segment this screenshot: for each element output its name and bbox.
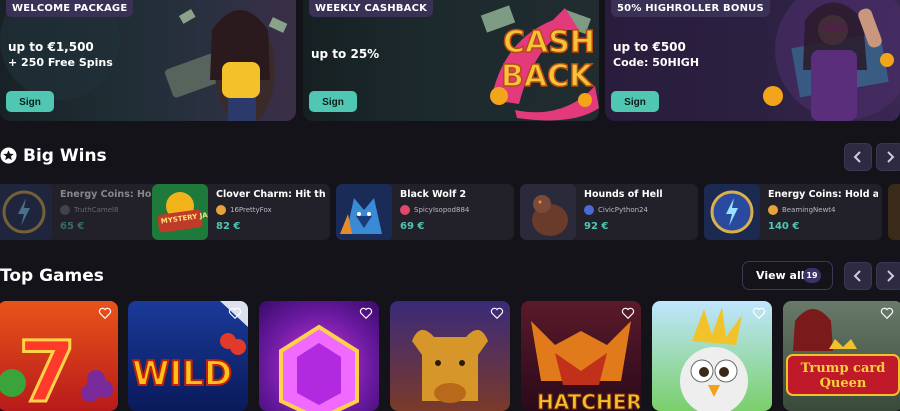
win-amount: 82 €: [216, 221, 241, 232]
favorite-heart-icon[interactable]: [490, 306, 504, 320]
favorite-heart-icon[interactable]: [621, 306, 635, 320]
chevron-right-icon: [887, 270, 895, 282]
promo-welcome-package[interactable]: WELCOME PACKAGE up to €1,500 + 250 Free …: [0, 0, 296, 121]
game-card[interactable]: [259, 301, 379, 411]
game-card[interactable]: [652, 301, 772, 411]
win-amount: 92 €: [584, 221, 609, 232]
user-avatar-icon: [768, 205, 778, 215]
promo-subline: + 250 Free Spins: [8, 56, 113, 69]
game-card[interactable]: Trump card Queen: [783, 301, 900, 411]
promo-tag: 50% HIGHROLLER BONUS: [611, 0, 770, 17]
username: CivicPython24: [598, 206, 648, 214]
game-thumbnail: MYSTERY JACKPOT: [152, 184, 208, 240]
win-amount: 140 €: [768, 221, 800, 232]
big-win-item[interactable]: Black Wolf 2 SpicyIsopod884 69 €: [336, 184, 514, 240]
promo-highroller-bonus[interactable]: 50% HIGHROLLER BONUS up to €500 Code: 50…: [605, 0, 900, 121]
sign-up-button[interactable]: Sign up: [6, 91, 54, 121]
favorite-heart-icon[interactable]: [228, 306, 242, 320]
promo-subline: Code: 50HIGH: [613, 56, 700, 69]
promo-banners: WELCOME PACKAGE up to €1,500 + 250 Free …: [0, 0, 900, 121]
promo-weekly-cashback[interactable]: CASH BACK WEEKLY CASHBACK up to 25% Sign…: [303, 0, 599, 121]
svg-text:HATCHER: HATCHER: [537, 390, 641, 411]
star-icon: [0, 147, 17, 164]
favorite-heart-icon[interactable]: [359, 306, 373, 320]
game-thumbnail: [888, 184, 900, 240]
svg-text:BACK: BACK: [501, 59, 594, 94]
favorite-heart-icon[interactable]: [880, 306, 894, 320]
chevron-left-icon: [853, 270, 861, 282]
username: BeamingNewt4: [782, 206, 836, 214]
big-wins-title: Big Wins: [23, 146, 107, 166]
promo-tag: WEEKLY CASHBACK: [309, 0, 434, 17]
view-all-label: View all: [756, 269, 805, 282]
game-thumbnail: [704, 184, 760, 240]
win-amount: 69 €: [400, 221, 425, 232]
view-all-button[interactable]: View all 19: [742, 261, 833, 290]
user-avatar-icon: [60, 205, 70, 215]
chevron-right-icon: [887, 151, 895, 163]
promo-headline: up to €500: [613, 40, 686, 54]
game-card[interactable]: 7: [0, 301, 118, 411]
favorite-heart-icon[interactable]: [98, 306, 112, 320]
big-win-item[interactable]: Hounds of Hell CivicPython24 92 €: [520, 184, 698, 240]
game-thumbnail: [336, 184, 392, 240]
game-thumbnail: [520, 184, 576, 240]
username: SpicyIsopod884: [414, 206, 470, 214]
sign-up-button[interactable]: Sign up: [611, 91, 659, 121]
game-name: Black Wolf 2: [400, 189, 467, 200]
game-card-logo-text: Trump card Queen: [800, 361, 886, 391]
big-win-item-partial[interactable]: [888, 184, 900, 240]
username: TruthCamel8: [74, 206, 119, 214]
game-name: Clover Charm: Hit the Bonus: [216, 189, 326, 200]
big-win-item[interactable]: Energy Coins: Hold and Win TruthCamel8 6…: [0, 184, 174, 240]
sign-up-button[interactable]: Sign up: [309, 91, 357, 121]
user-avatar-icon: [584, 205, 594, 215]
promo-headline: up to 25%: [311, 47, 380, 61]
top-games-next-button[interactable]: [876, 262, 900, 290]
game-card[interactable]: HATCHER: [521, 301, 641, 411]
promo-tag: WELCOME PACKAGE: [6, 0, 134, 17]
svg-text:WILD: WILD: [132, 354, 232, 394]
chevron-left-icon: [853, 151, 861, 163]
promo-headline: up to €1,500: [8, 40, 94, 54]
user-avatar-icon: [216, 205, 226, 215]
win-amount: 65 €: [60, 221, 85, 232]
game-card[interactable]: WILD: [128, 301, 248, 411]
game-name: Hounds of Hell: [584, 189, 663, 200]
big-wins-prev-button[interactable]: [844, 143, 872, 171]
svg-text:CASH: CASH: [503, 25, 595, 60]
big-win-item[interactable]: MYSTERY JACKPOT Clover Charm: Hit the Bo…: [152, 184, 330, 240]
username: 16PrettyFox: [230, 206, 272, 214]
big-win-item[interactable]: Energy Coins: Hold and Win BeamingNewt4 …: [704, 184, 882, 240]
big-wins-next-button[interactable]: [876, 143, 900, 171]
game-card[interactable]: [390, 301, 510, 411]
top-games-prev-button[interactable]: [844, 262, 872, 290]
game-thumbnail: [0, 184, 52, 240]
top-games-title: Top Games: [0, 266, 104, 286]
favorite-heart-icon[interactable]: [752, 306, 766, 320]
view-all-count-badge: 19: [803, 268, 821, 283]
game-name: Energy Coins: Hold and Win: [768, 189, 878, 200]
user-avatar-icon: [400, 205, 410, 215]
